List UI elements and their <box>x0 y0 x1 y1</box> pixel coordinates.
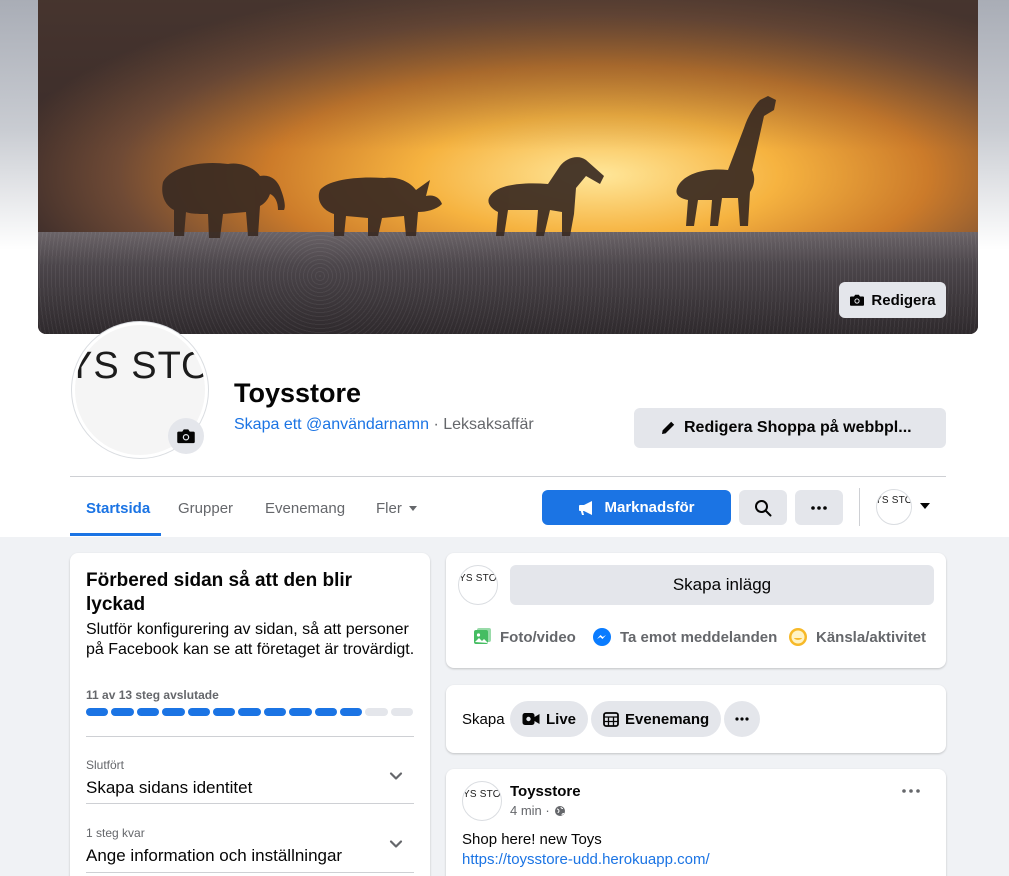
avatar-logo-text: YS STOR <box>72 345 205 387</box>
page-setup-card: Förbered sidan så att den blir lyckad Sl… <box>70 553 430 876</box>
progress-segment <box>86 708 109 716</box>
progress-segment <box>263 708 287 716</box>
progress-segment <box>365 708 388 716</box>
messenger-icon <box>593 628 611 646</box>
setup-description: Slutför konfigurering av sidan, så att p… <box>86 621 415 658</box>
tab-label: Startsida <box>86 499 151 517</box>
progress-segment <box>390 708 414 716</box>
more-dots-icon <box>811 505 827 510</box>
event-label: Evenemang <box>625 710 710 728</box>
more-dots-icon <box>735 717 749 721</box>
step-divider <box>86 872 414 873</box>
search-button[interactable] <box>739 490 787 525</box>
create-bar-card: Skapa Live Evenemang <box>446 685 946 753</box>
account-caret-down-icon[interactable] <box>920 503 930 509</box>
photo-video-button[interactable]: Foto/video <box>472 627 576 647</box>
page-subtitle: Skapa ett @användarnamn · Leksaksaffär <box>234 416 534 434</box>
progress-segment <box>238 708 261 716</box>
setup-title: Förbered sidan så att den blir lyckad <box>86 570 353 615</box>
step-status: 1 steg kvar <box>86 826 145 840</box>
feeling-icon <box>789 628 807 646</box>
step-status: Slutfört <box>86 758 125 772</box>
globe-icon <box>554 805 565 816</box>
megaphone-icon <box>579 500 593 515</box>
post-card: YS STOR Toysstore 4 min · Shop here! new… <box>446 769 946 876</box>
action-label: Ta emot meddelanden <box>620 628 778 646</box>
chevron-down-icon[interactable] <box>388 768 404 784</box>
header-divider <box>70 476 946 477</box>
photo-video-icon <box>474 628 491 644</box>
tab-more[interactable]: Fler <box>376 490 418 526</box>
live-video-icon <box>522 713 540 725</box>
receive-messages-button[interactable]: Ta emot meddelanden <box>592 627 777 647</box>
create-post-label: Skapa inlägg <box>672 575 772 594</box>
calendar-icon <box>603 712 619 727</box>
post-logo-text: YS STOR <box>463 789 501 800</box>
page-title: Toysstore <box>234 378 362 408</box>
toy-animals-silhouette <box>162 96 776 238</box>
active-tab-indicator <box>70 533 161 536</box>
post-link[interactable]: https://toysstore-udd.herokuapp.com/ <box>462 851 710 868</box>
post-timestamp[interactable]: 4 min · <box>510 803 566 818</box>
edit-shop-label: Redigera Shoppa på webbpl... <box>684 419 912 436</box>
cover-photo[interactable] <box>38 0 978 334</box>
action-label: Känsla/aktivitet <box>816 628 927 646</box>
step-title[interactable]: Ange information och inställningar <box>86 846 342 866</box>
progress-segment <box>187 708 210 716</box>
update-avatar-button[interactable] <box>168 418 204 454</box>
step-divider <box>86 736 414 737</box>
caret-down-icon <box>408 506 417 511</box>
live-button[interactable]: Live <box>510 701 589 737</box>
progress-segment <box>162 708 185 716</box>
progress-segment <box>339 708 363 716</box>
account-logo-text: YS STOR <box>876 495 912 506</box>
post-author-name[interactable]: Toysstore <box>510 783 581 800</box>
edit-shop-button[interactable]: Redigera Shoppa på webbpl... <box>634 408 946 448</box>
account-switcher-avatar[interactable]: YS STOR <box>876 489 912 525</box>
live-label: Live <box>546 710 577 728</box>
event-button[interactable]: Evenemang <box>591 701 722 737</box>
composer-avatar: YS STOR <box>458 565 498 605</box>
setup-progress-bar <box>86 708 414 716</box>
more-dots-icon[interactable] <box>902 789 920 793</box>
promote-label: Marknadsför <box>604 499 695 516</box>
actions-divider <box>859 488 860 526</box>
edit-cover-button[interactable]: Redigera <box>839 282 946 318</box>
camera-icon <box>177 429 195 444</box>
progress-segment <box>136 708 160 716</box>
tab-label: Grupper <box>178 499 234 517</box>
step-divider <box>86 803 414 804</box>
post-text: Shop here! new Toys <box>462 831 602 848</box>
feeling-activity-button[interactable]: Känsla/aktivitet <box>788 627 926 647</box>
action-label: Foto/video <box>500 628 576 646</box>
tab-grupper[interactable]: Grupper <box>178 490 233 526</box>
progress-segment <box>111 708 134 716</box>
progress-segment <box>289 708 312 716</box>
tab-label: Fler <box>376 499 402 517</box>
progress-segment <box>314 708 337 716</box>
pencil-icon <box>662 421 675 434</box>
create-more-button[interactable] <box>724 701 760 737</box>
page-category: · Leksaksaffär <box>433 416 534 433</box>
create-username-link[interactable]: Skapa ett @användarnamn <box>234 416 429 433</box>
more-options-button[interactable] <box>795 490 843 525</box>
post-composer-card: YS STOR Skapa inlägg Foto/video Ta emot … <box>446 553 946 668</box>
edit-cover-label: Redigera <box>871 291 936 309</box>
post-time-text: 4 min · <box>510 803 550 818</box>
promote-button[interactable]: Marknadsför <box>542 490 731 525</box>
tab-label: Evenemang <box>265 499 346 517</box>
create-label: Skapa <box>462 711 505 728</box>
camera-icon <box>850 294 865 306</box>
composer-logo-text: YS STOR <box>459 573 497 584</box>
progress-segment <box>212 708 236 716</box>
setup-progress-text: 11 av 13 steg avslutade <box>86 688 219 702</box>
tab-startsida[interactable]: Startsida <box>86 490 150 526</box>
chevron-down-icon[interactable] <box>388 836 404 852</box>
create-post-button[interactable]: Skapa inlägg <box>510 565 934 605</box>
tab-evenemang[interactable]: Evenemang <box>265 490 345 526</box>
step-title[interactable]: Skapa sidans identitet <box>86 778 252 798</box>
post-author-avatar[interactable]: YS STOR <box>462 781 502 821</box>
search-icon <box>755 499 772 516</box>
